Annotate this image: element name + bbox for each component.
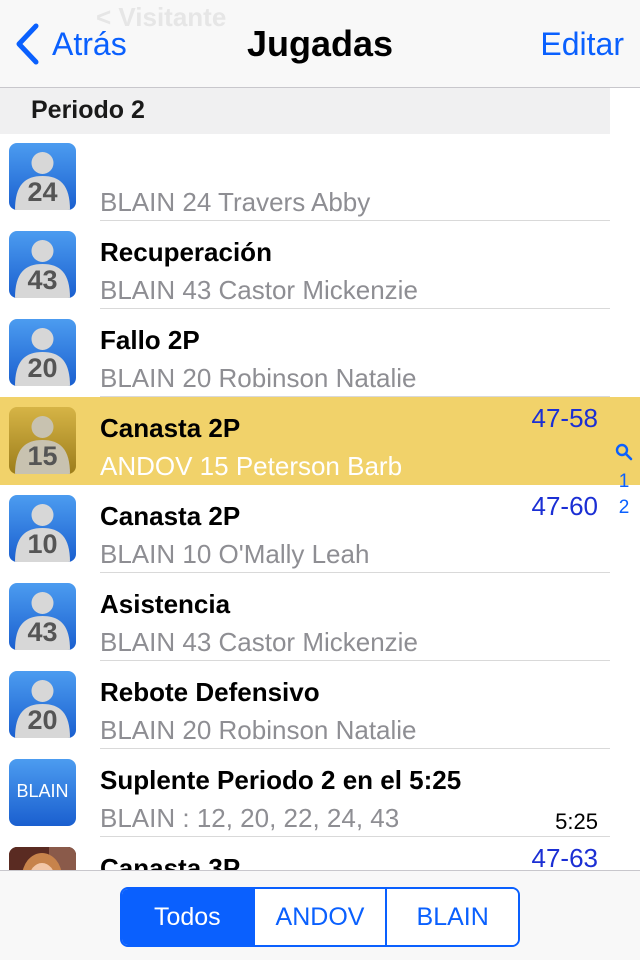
play-title: Canasta 2P [100, 413, 241, 443]
player-photo [9, 847, 76, 870]
play-row[interactable]: 43 Recuperación BLAIN 43 Castor Mickenzie [0, 221, 640, 309]
player-avatar: 20 [9, 319, 76, 386]
player-number: 10 [27, 529, 58, 559]
play-row[interactable]: 43 Asistencia BLAIN 43 Castor Mickenzie [0, 573, 640, 661]
play-title: Suplente Periodo 2 en el 5:25 [100, 765, 462, 795]
player-number: 43 [27, 617, 58, 647]
play-time: 5:25 [555, 809, 598, 834]
play-detail: BLAIN 43 Castor Mickenzie [100, 275, 418, 305]
navigation-bar: < Visitante Atrás Jugadas Editar [0, 0, 640, 88]
play-detail: BLAIN 20 Robinson Natalie [100, 715, 417, 745]
filter-segment-blain[interactable]: BLAIN [387, 889, 518, 945]
play-title: Recuperación [100, 237, 272, 267]
play-row[interactable]: 20 Rebote Defensivo BLAIN 20 Robinson Nata… [0, 661, 640, 749]
player-number: 15 [27, 441, 58, 471]
player-avatar: 20 [9, 671, 76, 738]
player-number: 43 [27, 265, 58, 295]
team-avatar-label: BLAIN [16, 781, 69, 801]
play-detail: BLAIN 10 O'Mally Leah [100, 539, 370, 569]
play-row[interactable]: BLAIN Suplente Periodo 2 en el 5:25 BLAIN … [0, 749, 640, 837]
play-row[interactable]: 10 Canasta 2P BLAIN 10 O'Mally Leah 47-60 [0, 485, 640, 573]
play-row[interactable]: 22Canasta 3PBLAIN 22 Stone Alex47-635:25 [0, 837, 640, 870]
bottom-toolbar: Todos ANDOV BLAIN [0, 870, 640, 960]
play-detail: BLAIN 43 Castor Mickenzie [100, 627, 418, 657]
plays-list[interactable]: 24 BLAIN 24 Travers Abby 43 Recuperación BLA… [0, 88, 640, 870]
team-avatar: BLAIN [9, 759, 76, 826]
plays-rows: 24 BLAIN 24 Travers Abby 43 Recuperación BLA… [0, 133, 640, 870]
play-row[interactable]: 20 Fallo 2P BLAIN 20 Robinson Natalie [0, 309, 640, 397]
play-row[interactable]: 15 Canasta 2P ANDOV 15 Peterson Barb 47-58 [0, 397, 640, 485]
play-title: Rebote Defensivo [100, 677, 320, 707]
player-avatar: 10 [9, 495, 76, 562]
player-avatar: 24 [9, 143, 76, 210]
play-title: Canasta 3P [100, 853, 241, 870]
play-detail: BLAIN 24 Travers Abby [100, 187, 371, 217]
filter-segment-todos[interactable]: Todos [122, 889, 255, 945]
play-score: 47-63 [531, 843, 599, 870]
player-avatar: 43 [9, 583, 76, 650]
index-search-icon[interactable] [612, 443, 636, 469]
player-avatar: 15 [9, 407, 76, 474]
index-item-1[interactable]: 1 [612, 469, 636, 495]
screen: < Visitante Atrás Jugadas Editar 24 BLAIN… [0, 0, 640, 960]
edit-button[interactable]: Editar [540, 22, 624, 66]
play-title: Fallo 2P [100, 325, 200, 355]
filter-segment-andov[interactable]: ANDOV [254, 889, 388, 945]
play-title: Asistencia [100, 589, 231, 619]
play-detail: ANDOV 15 Peterson Barb [100, 451, 403, 481]
play-score: 47-60 [531, 491, 599, 521]
team-filter-segmented-control[interactable]: Todos ANDOV BLAIN [120, 887, 520, 947]
play-score: 47-58 [531, 403, 599, 433]
play-title: Canasta 2P [100, 501, 241, 531]
player-avatar: 22 [9, 847, 76, 870]
player-number: 20 [27, 353, 58, 383]
play-row[interactable]: 24 BLAIN 24 Travers Abby [0, 133, 640, 221]
section-index[interactable]: 1 2 [612, 443, 636, 521]
index-item-2[interactable]: 2 [612, 495, 636, 521]
section-title: Periodo 2 [31, 96, 145, 124]
player-number: 24 [27, 177, 58, 207]
player-avatar: 43 [9, 231, 76, 298]
play-detail: BLAIN 20 Robinson Natalie [100, 363, 417, 393]
player-number: 20 [27, 705, 58, 735]
play-detail: BLAIN : 12, 20, 22, 24, 43 [100, 803, 400, 833]
section-header: Periodo 2 [0, 88, 610, 134]
